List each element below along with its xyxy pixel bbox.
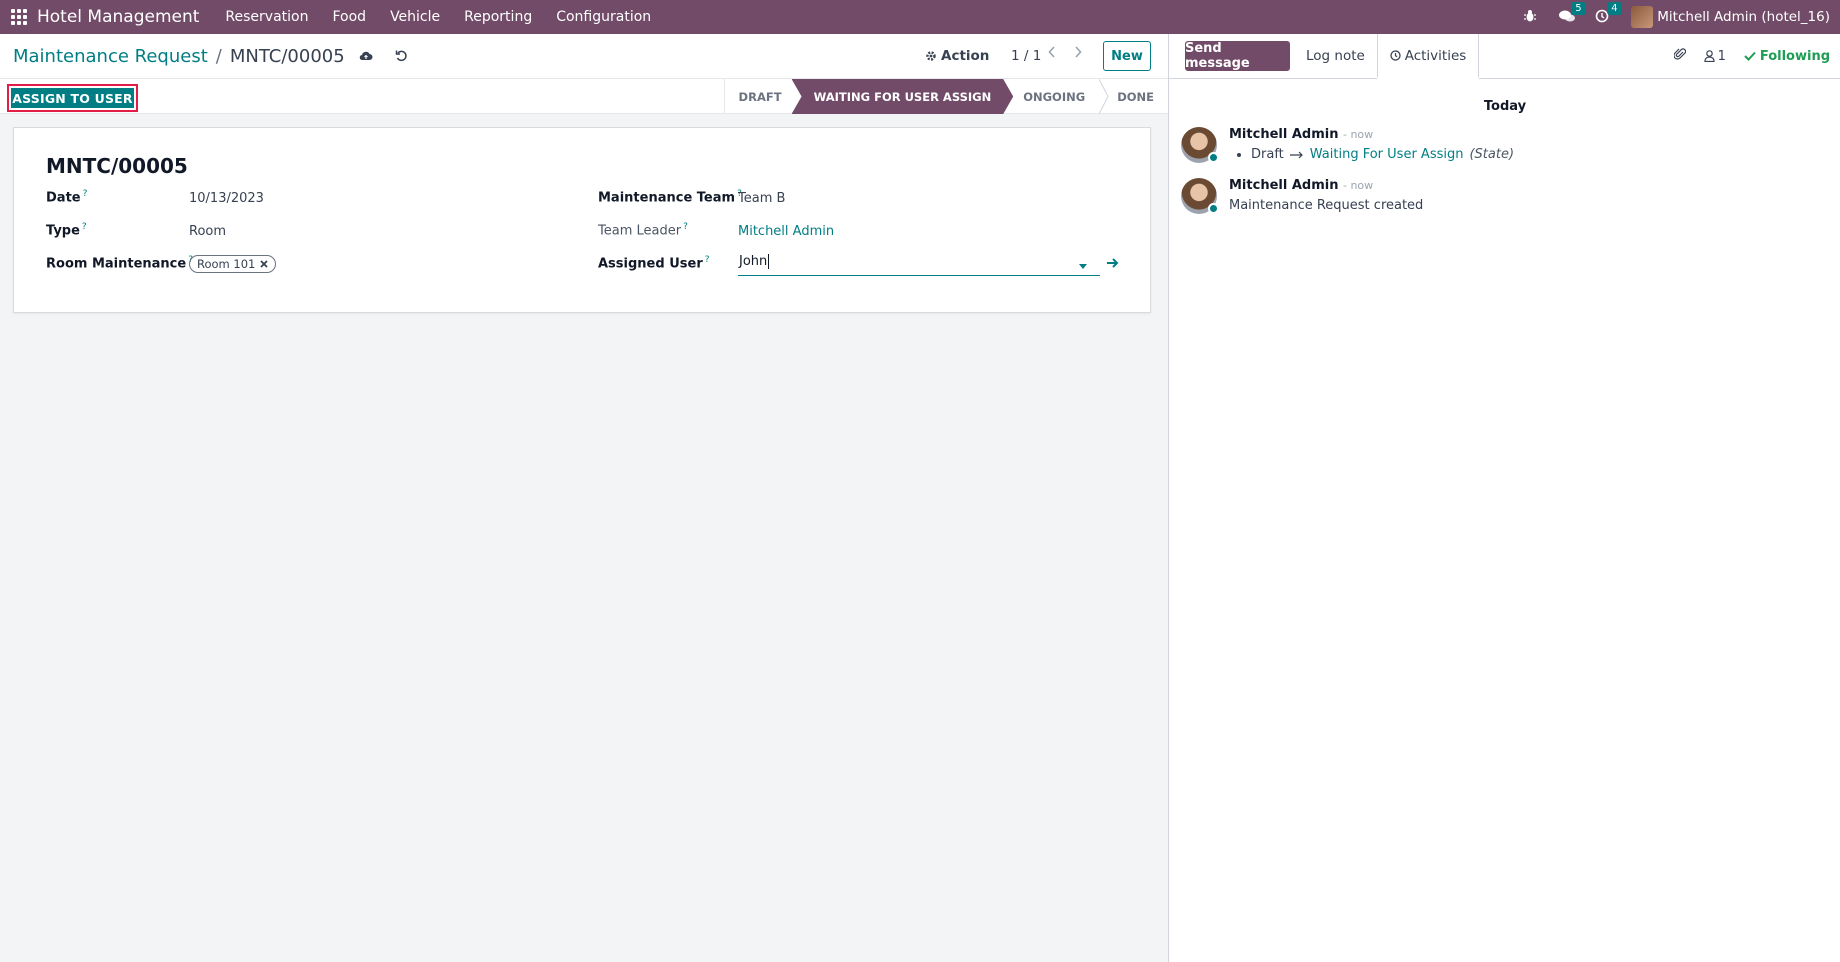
date-label: Date?	[46, 189, 88, 206]
user-menu[interactable]: Mitchell Admin (hotel_16)	[1657, 9, 1830, 25]
stage-separator	[1099, 79, 1109, 114]
old-state-value: Draft	[1251, 147, 1284, 162]
app-name[interactable]: Hotel Management	[37, 7, 199, 27]
assign-to-user-button-highlight: ASSIGN TO USER	[7, 84, 138, 112]
author-avatar[interactable]	[1181, 127, 1219, 163]
chatter-panel: Send message Log note Activities 1 Follo…	[1168, 34, 1840, 962]
pager-next-icon[interactable]	[1074, 46, 1082, 62]
internal-link-arrow-icon[interactable]	[1106, 257, 1119, 273]
date-separator-today: Today	[1483, 99, 1527, 114]
team-leader-value[interactable]: Mitchell Admin	[738, 224, 834, 239]
team-leader-label: Team Leader?	[598, 222, 688, 239]
assigned-user-input[interactable]: John	[738, 254, 1100, 276]
clock-icon	[1390, 50, 1401, 61]
pager-value[interactable]: 1 / 1	[1011, 48, 1041, 64]
followers-button[interactable]: 1	[1703, 48, 1726, 64]
check-icon	[1744, 51, 1756, 61]
new-button[interactable]: New	[1103, 41, 1151, 71]
activities-label: Activities	[1404, 47, 1467, 64]
save-cloud-icon[interactable]	[359, 46, 373, 67]
help-icon[interactable]: ?	[683, 222, 688, 232]
menu-vehicle[interactable]: Vehicle	[378, 9, 452, 25]
dropdown-caret-icon[interactable]	[1079, 264, 1087, 269]
stage-ongoing[interactable]: ONGOING	[1013, 79, 1099, 114]
message-time: - now	[1342, 128, 1374, 141]
log-note-button[interactable]: Log note	[1306, 48, 1365, 64]
chatter-divider	[1169, 78, 1377, 79]
stage-done[interactable]: DONE	[1109, 79, 1168, 114]
message-author[interactable]: Mitchell Admin - now	[1229, 178, 1373, 193]
followers-count: 1	[1717, 48, 1726, 64]
remove-tag-icon[interactable]	[260, 260, 268, 268]
room-tag[interactable]: Room 101	[189, 255, 277, 273]
bug-icon[interactable]	[1523, 9, 1539, 25]
activities-badge: 4	[1607, 2, 1622, 15]
activities-button[interactable]: Activities	[1377, 34, 1479, 78]
bullet-dot	[1237, 152, 1241, 157]
attachment-paperclip-icon[interactable]	[1672, 47, 1686, 65]
new-state-value: Waiting For User Assign	[1309, 147, 1464, 162]
type-label: Type?	[46, 222, 87, 239]
messages-icon[interactable]: 5	[1559, 2, 1586, 25]
tracking-value: Draft Waiting For User Assign (State)	[1229, 147, 1514, 162]
pager-previous-icon[interactable]	[1048, 46, 1056, 62]
tracked-field-name: (State)	[1469, 147, 1515, 162]
form-sheet: MNTC/00005 Date? 10/13/2023 Type? Room R…	[13, 127, 1151, 313]
help-icon[interactable]: ?	[83, 189, 88, 199]
following-button[interactable]: Following	[1744, 49, 1830, 64]
assign-to-user-button[interactable]: ASSIGN TO USER	[11, 88, 134, 108]
breadcrumb-parent[interactable]: Maintenance Request	[13, 46, 208, 67]
control-panel: Maintenance Request / MNTC/00005 Action …	[0, 34, 1168, 79]
message-body: Maintenance Request created	[1229, 198, 1424, 213]
help-icon[interactable]: ?	[705, 255, 710, 265]
menu-configuration[interactable]: Configuration	[544, 9, 663, 25]
assigned-user-value: John	[739, 254, 768, 269]
room-tag-label: Room 101	[197, 257, 256, 271]
breadcrumb-separator: /	[215, 45, 222, 67]
type-value[interactable]: Room	[189, 224, 226, 239]
messages-badge: 5	[1571, 2, 1586, 15]
discard-undo-icon[interactable]	[395, 46, 408, 67]
message-author[interactable]: Mitchell Admin - now	[1229, 127, 1373, 142]
breadcrumb: Maintenance Request / MNTC/00005	[13, 46, 408, 67]
user-avatar[interactable]	[1631, 6, 1654, 28]
action-menu-button[interactable]: Action	[925, 48, 989, 64]
help-icon[interactable]: ?	[82, 222, 87, 232]
following-label: Following	[1759, 48, 1830, 64]
record-title: MNTC/00005	[46, 154, 188, 178]
breadcrumb-current: MNTC/00005	[229, 45, 345, 67]
activities-clock-icon[interactable]: 4	[1595, 2, 1622, 25]
online-status-dot	[1208, 152, 1219, 163]
author-avatar[interactable]	[1181, 178, 1219, 214]
menu-reporting[interactable]: Reporting	[452, 9, 544, 25]
assigned-user-label: Assigned User?	[598, 255, 710, 272]
long-arrow-right-icon	[1289, 151, 1303, 158]
stage-bar: DRAFT WAITING FOR USER ASSIGN ONGOING DO…	[723, 79, 1168, 114]
maintenance-team-label: Maintenance Team?	[598, 189, 742, 206]
date-value[interactable]: 10/13/2023	[189, 191, 264, 206]
message-time: - now	[1342, 179, 1374, 192]
chatter-divider	[1479, 78, 1840, 79]
online-status-dot	[1208, 203, 1219, 214]
menu-reservation[interactable]: Reservation	[213, 9, 320, 25]
menu-food[interactable]: Food	[320, 9, 378, 25]
room-maintenance-label: Room Maintenance?	[46, 255, 193, 272]
gear-icon	[926, 51, 936, 61]
apps-grid-icon[interactable]	[10, 8, 28, 26]
action-label: Action	[941, 48, 990, 64]
user-icon	[1703, 50, 1715, 62]
statusbar: ASSIGN TO USER DRAFT WAITING FOR USER AS…	[0, 79, 1168, 114]
stage-draft[interactable]: DRAFT	[723, 79, 792, 114]
stage-waiting-for-user-assign[interactable]: WAITING FOR USER ASSIGN	[792, 79, 1014, 114]
send-message-button[interactable]: Send message	[1185, 41, 1290, 71]
maintenance-team-value[interactable]: Team B	[738, 191, 785, 206]
top-navbar: Hotel Management Reservation Food Vehicl…	[0, 0, 1840, 34]
